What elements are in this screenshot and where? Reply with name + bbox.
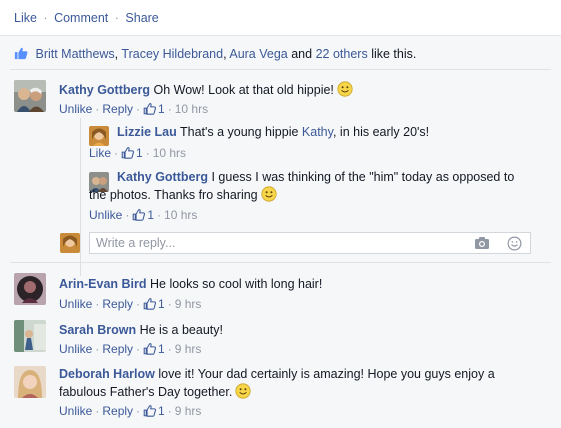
avatar[interactable]: [89, 126, 109, 146]
like-thumb-icon: [143, 102, 156, 115]
comment-controls: Unlike · Reply · 1 · 9 hrs: [59, 342, 202, 356]
timestamp[interactable]: 10 hrs: [175, 102, 208, 116]
like-thumb-icon: [143, 297, 156, 310]
timestamp[interactable]: 10 hrs: [153, 146, 186, 160]
timestamp[interactable]: 9 hrs: [175, 342, 202, 356]
avatar[interactable]: [14, 366, 46, 398]
commenter-name[interactable]: Arin-Evan Bird: [59, 277, 147, 291]
unlike-link[interactable]: Unlike: [59, 102, 92, 116]
commenter-name[interactable]: Kathy Gottberg: [117, 170, 208, 184]
camera-icon[interactable]: [474, 236, 490, 250]
smiley-icon: [337, 81, 353, 97]
like-thumb-icon: [143, 342, 156, 355]
mention-link[interactable]: Kathy: [302, 125, 333, 139]
post-action-bar: Like · Comment · Share: [0, 0, 561, 36]
like-count[interactable]: 1: [158, 342, 165, 356]
reply-text-line2: the photos. Thanks fro sharing: [89, 186, 277, 204]
like-thumb-icon: [132, 208, 145, 221]
reply-link[interactable]: Reply: [102, 297, 133, 311]
comment-body: He looks so cool with long hair!: [150, 277, 323, 291]
avatar[interactable]: [14, 80, 46, 112]
reply-text: Kathy Gottberg I guess I was thinking of…: [117, 170, 515, 184]
comments-section: Britt Matthews, Tracey Hildebrand, Aura …: [0, 36, 561, 428]
divider: [10, 262, 551, 263]
like-thumb-icon: [14, 46, 28, 60]
comment-body: Oh Wow! Look at that old hippie!: [153, 83, 334, 97]
commenter-name[interactable]: Sarah Brown: [59, 323, 136, 337]
comment-text: Arin-Evan Bird He looks so cool with lon…: [59, 276, 322, 293]
liker-name[interactable]: Britt Matthews: [35, 47, 114, 61]
share-link[interactable]: Share: [125, 11, 158, 25]
comment-controls: Unlike · Reply · 1 · 9 hrs: [59, 404, 202, 418]
reply-link[interactable]: Reply: [102, 342, 133, 356]
comment-text: Deborah Harlow love it! Your dad certain…: [59, 366, 495, 383]
comment-controls: Unlike · Reply · 1 · 9 hrs: [59, 297, 202, 311]
reply-link[interactable]: Reply: [102, 102, 133, 116]
comment-controls: Unlike · Reply · 1 · 10 hrs: [59, 102, 209, 116]
commenter-name[interactable]: Kathy Gottberg: [59, 83, 150, 97]
comment-body: He is a beauty!: [139, 323, 223, 337]
like-link[interactable]: Like: [89, 146, 111, 160]
others-link[interactable]: 22 others: [316, 47, 368, 61]
action-links: Like · Comment · Share: [14, 11, 159, 25]
comment-text: Sarah Brown He is a beauty!: [59, 322, 223, 339]
unlike-link[interactable]: Unlike: [89, 208, 122, 222]
unlike-link[interactable]: Unlike: [59, 342, 92, 356]
like-count[interactable]: 1: [147, 208, 154, 222]
comment-text: Kathy Gottberg Oh Wow! Look at that old …: [59, 81, 353, 99]
avatar-photo-icon: [14, 320, 46, 352]
divider: [10, 69, 551, 70]
comment-text-line2: fabulous Father's Day together.: [59, 383, 251, 401]
emoji-picker-icon[interactable]: [507, 236, 522, 251]
unlike-link[interactable]: Unlike: [59, 297, 92, 311]
reply-link[interactable]: Reply: [102, 404, 133, 418]
avatar[interactable]: [14, 320, 46, 352]
commenter-name[interactable]: Lizzie Lau: [117, 125, 177, 139]
like-count[interactable]: 1: [158, 297, 165, 311]
like-count[interactable]: 1: [158, 404, 165, 418]
like-thumb-icon: [143, 404, 156, 417]
comment-body: love it! Your dad certainly is amazing! …: [158, 367, 495, 381]
like-count[interactable]: 1: [136, 146, 143, 160]
avatar-photo-icon: [14, 80, 46, 112]
comment-link[interactable]: Comment: [54, 11, 108, 25]
like-thumb-icon: [121, 146, 134, 159]
current-user-avatar: [60, 233, 80, 253]
smiley-icon: [261, 186, 277, 202]
timestamp[interactable]: 9 hrs: [175, 404, 202, 418]
replies-thread-line: [80, 118, 81, 276]
action-separator: ·: [43, 11, 48, 25]
avatar-photo-icon: [14, 366, 46, 398]
timestamp[interactable]: 9 hrs: [175, 297, 202, 311]
comment-controls: Like · 1 · 10 hrs: [89, 146, 187, 160]
reply-composer[interactable]: [89, 232, 531, 254]
avatar-photo-icon: [60, 233, 80, 253]
like-count[interactable]: 1: [158, 102, 165, 116]
unlike-link[interactable]: Unlike: [59, 404, 92, 418]
reply-text: Lizzie Lau That's a young hippie Kathy, …: [117, 125, 430, 139]
liker-name[interactable]: Tracey Hildebrand: [121, 47, 223, 61]
action-separator: ·: [114, 11, 119, 25]
likes-summary: Britt Matthews, Tracey Hildebrand, Aura …: [14, 46, 416, 62]
avatar-photo-icon: [14, 273, 46, 305]
liker-name[interactable]: Aura Vega: [229, 47, 287, 61]
like-link[interactable]: Like: [14, 11, 37, 25]
avatar[interactable]: [14, 273, 46, 305]
timestamp[interactable]: 10 hrs: [164, 208, 197, 222]
smiley-icon: [235, 383, 251, 399]
comment-controls: Unlike · 1 · 10 hrs: [89, 208, 198, 222]
reply-input[interactable]: [96, 235, 456, 251]
commenter-name[interactable]: Deborah Harlow: [59, 367, 155, 381]
avatar-photo-icon: [89, 126, 109, 146]
